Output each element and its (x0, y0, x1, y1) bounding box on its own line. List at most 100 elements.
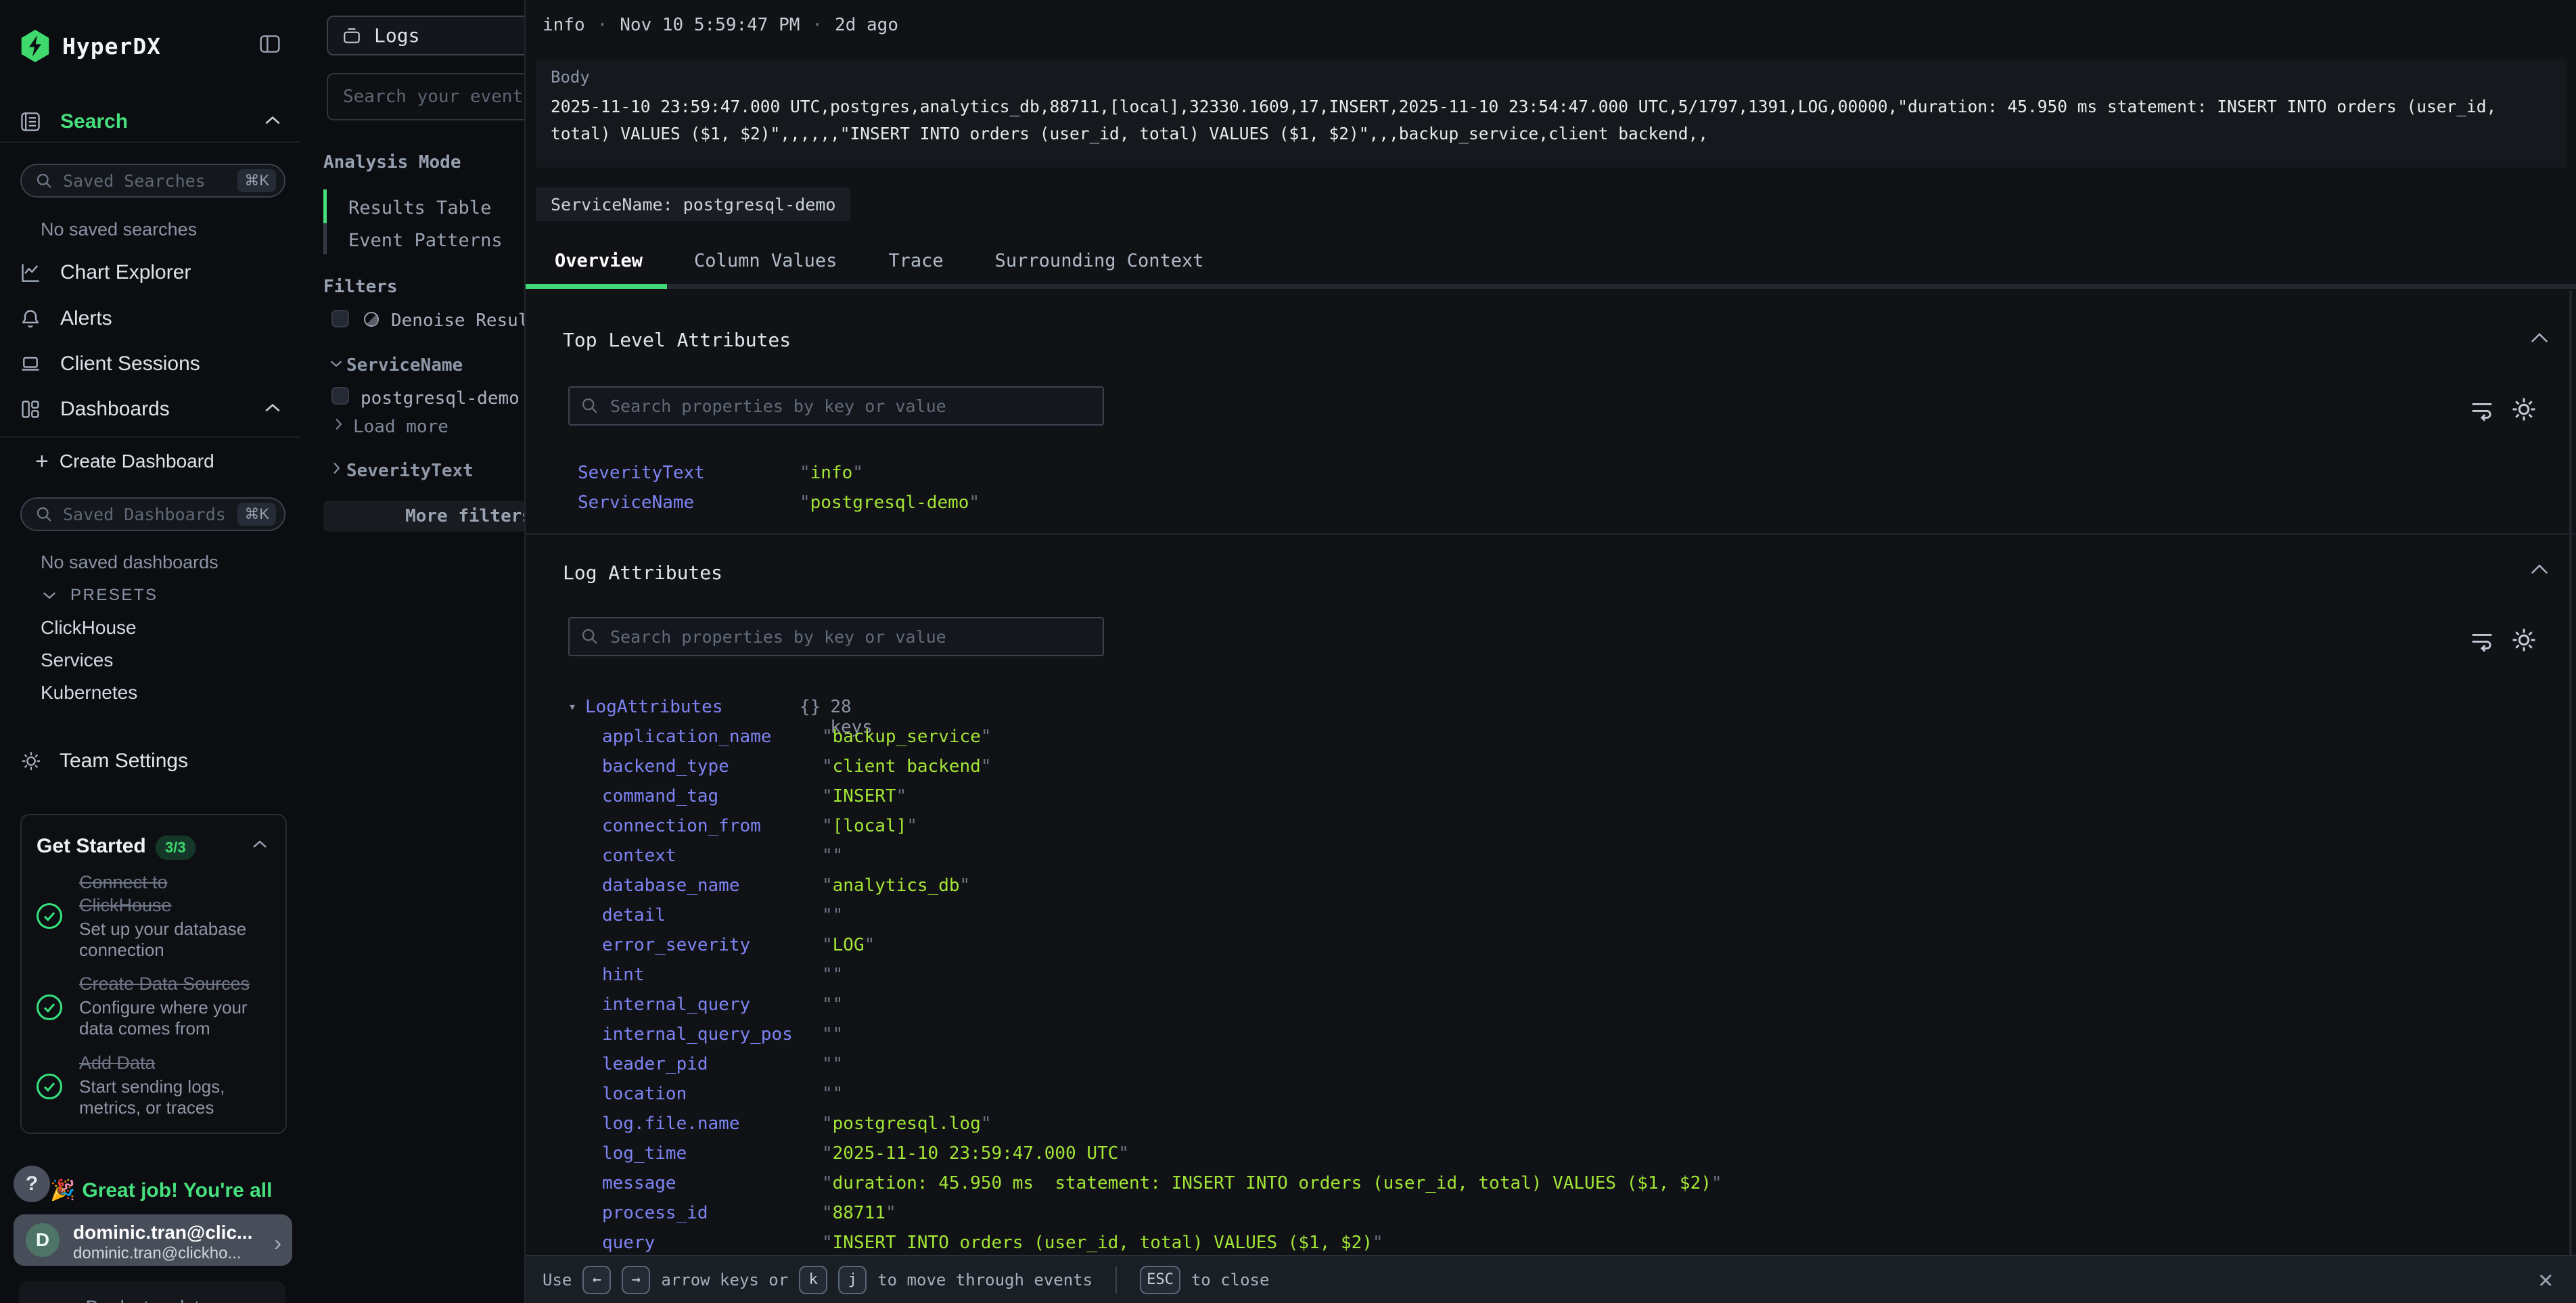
sidebar-collapse-button[interactable] (258, 32, 281, 55)
filter-group-servicename[interactable]: ServiceName (346, 355, 463, 375)
attribute-value[interactable] (822, 965, 843, 985)
attribute-key[interactable]: query (602, 1233, 655, 1253)
preset-services[interactable]: Services (41, 649, 113, 671)
preset-kubernetes[interactable]: Kubernetes (41, 682, 137, 704)
attribute-key[interactable]: backend_type (602, 756, 729, 777)
preset-clickhouse[interactable]: ClickHouse (41, 617, 137, 639)
saved-searches-input[interactable]: Saved Searches ⌘K (20, 164, 285, 198)
sidebar-item-client-sessions[interactable]: Client Sessions (20, 350, 200, 378)
filter-group-severitytext[interactable]: SeverityText (346, 461, 474, 481)
get-started-step-2[interactable]: Create Data Sources Configure where your… (79, 972, 256, 1039)
attribute-key[interactable]: SeverityText (578, 463, 705, 483)
top-level-search[interactable] (568, 386, 1104, 426)
get-started-step-3[interactable]: Add Data Start sending logs, metrics, or… (79, 1051, 256, 1118)
sidebar-item-search[interactable]: Search (20, 108, 128, 135)
saved-dashboards-input[interactable]: Saved Dashboards ⌘K (20, 497, 285, 531)
get-started-step-1[interactable]: Connect to ClickHouse Set up your databa… (79, 871, 256, 961)
attribute-key[interactable]: command_tag (602, 786, 718, 806)
attribute-value[interactable] (822, 995, 843, 1015)
table-row: ServiceName postgresql-demo (526, 487, 2576, 517)
attribute-key[interactable]: context (602, 846, 676, 866)
tab-trace[interactable]: Trace (888, 250, 943, 271)
gear-icon (20, 750, 42, 772)
attribute-value[interactable]: 2025-11-10 23:59:47.000 UTC (822, 1143, 1129, 1164)
attribute-value[interactable]: postgresql.log (822, 1114, 991, 1134)
attribute-value[interactable] (822, 1084, 843, 1104)
close-icon[interactable]: ✕ (2538, 1268, 2553, 1292)
mode-results-table[interactable]: Results Table (348, 198, 491, 219)
tree-root-key[interactable]: LogAttributes (585, 697, 723, 717)
attribute-value[interactable]: info (800, 463, 863, 483)
tab-column-values[interactable]: Column Values (694, 250, 837, 271)
event-body-text[interactable]: 2025-11-10 23:59:47.000 UTC,postgres,ana… (551, 93, 2553, 147)
attribute-key[interactable]: leader_pid (602, 1054, 708, 1074)
user-menu[interactable]: D dominic.tran@clic... dominic.tran@clic… (14, 1214, 292, 1266)
attribute-key[interactable]: error_severity (602, 935, 750, 955)
attribute-key[interactable]: ServiceName (578, 493, 694, 513)
tab-surrounding-context[interactable]: Surrounding Context (995, 250, 1204, 271)
section-settings-button[interactable] (2510, 395, 2538, 424)
attribute-value[interactable] (822, 1024, 843, 1045)
logo[interactable]: HyperDX (20, 30, 161, 62)
attribute-key[interactable]: log_time (602, 1143, 687, 1164)
chevron-up-icon (2529, 562, 2550, 576)
attribute-key[interactable]: application_name (602, 727, 771, 747)
top-level-search-input[interactable] (610, 396, 1092, 416)
service-value-postgresql-demo[interactable]: postgresql-demo (361, 388, 520, 409)
scrollbar[interactable] (2569, 291, 2572, 1255)
sidebar-item-dashboards[interactable]: Dashboards (20, 396, 170, 423)
wrap-lines-button[interactable] (2468, 627, 2496, 654)
collapse-section-button[interactable] (2529, 330, 2550, 345)
sidebar-item-chart-explorer[interactable]: Chart Explorer (20, 259, 191, 286)
chevron-up-icon[interactable] (252, 838, 268, 850)
attribute-value[interactable]: INSERT INTO orders (user_id, total) VALU… (822, 1233, 1383, 1253)
attribute-key[interactable]: internal_query (602, 995, 750, 1015)
attribute-key[interactable]: connection_from (602, 816, 761, 836)
log-attributes-search[interactable] (568, 617, 1104, 656)
search-icon (35, 172, 53, 190)
attribute-key[interactable]: message (602, 1173, 676, 1193)
attribute-value[interactable]: backup_service (822, 727, 991, 747)
service-checkbox[interactable] (331, 387, 349, 405)
chevron-up-icon[interactable] (264, 401, 281, 415)
table-row: application_name backup_service (526, 721, 2576, 751)
attribute-key[interactable]: database_name (602, 875, 740, 896)
attribute-key[interactable]: process_id (602, 1203, 708, 1223)
attribute-value[interactable] (822, 1054, 843, 1074)
attribute-value[interactable]: client backend (822, 756, 991, 777)
attribute-value[interactable]: INSERT (822, 786, 906, 806)
attribute-value[interactable]: duration: 45.950 ms statement: INSERT IN… (822, 1173, 1722, 1193)
attribute-value[interactable]: 88711 (822, 1203, 896, 1223)
collapse-section-button[interactable] (2529, 562, 2550, 576)
attribute-key[interactable]: log.file.name (602, 1114, 740, 1134)
attribute-key[interactable]: location (602, 1084, 687, 1104)
attribute-value[interactable] (822, 905, 843, 925)
attribute-value[interactable]: postgresql-demo (800, 493, 980, 513)
attribute-value[interactable]: [local] (822, 816, 917, 836)
attribute-key[interactable]: internal_query_pos (602, 1024, 793, 1045)
help-button[interactable]: ? (14, 1166, 50, 1202)
log-attributes-search-input[interactable] (610, 627, 1092, 647)
team-settings-button[interactable]: Team Settings (20, 750, 188, 773)
attribute-key[interactable]: hint (602, 965, 645, 985)
divider (0, 141, 301, 143)
chevron-down-icon[interactable] (329, 359, 343, 369)
step-title: Add Data (79, 1051, 256, 1074)
table-row: message duration: 45.950 ms statement: IN… (526, 1168, 2576, 1197)
section-settings-button[interactable] (2510, 626, 2538, 654)
chevron-up-icon[interactable] (264, 114, 281, 127)
attribute-value[interactable] (822, 846, 843, 866)
tab-overview[interactable]: Overview (555, 250, 643, 271)
denoise-checkbox[interactable] (331, 310, 349, 327)
product-updates-card[interactable]: Product updates (19, 1281, 285, 1303)
attribute-value[interactable]: analytics_db (822, 875, 970, 896)
load-more-button[interactable]: Load more (353, 417, 448, 437)
attribute-value[interactable]: LOG (822, 935, 875, 955)
presets-toggle[interactable]: PRESETS (42, 586, 158, 605)
mode-event-patterns[interactable]: Event Patterns (348, 230, 503, 251)
attribute-key[interactable]: detail (602, 905, 666, 925)
sidebar-item-alerts[interactable]: Alerts (20, 305, 112, 332)
wrap-lines-button[interactable] (2468, 396, 2496, 424)
create-dashboard-button[interactable]: + Create Dashboard (35, 451, 214, 472)
service-name-tag[interactable]: ServiceName: postgresql-demo (536, 187, 850, 221)
